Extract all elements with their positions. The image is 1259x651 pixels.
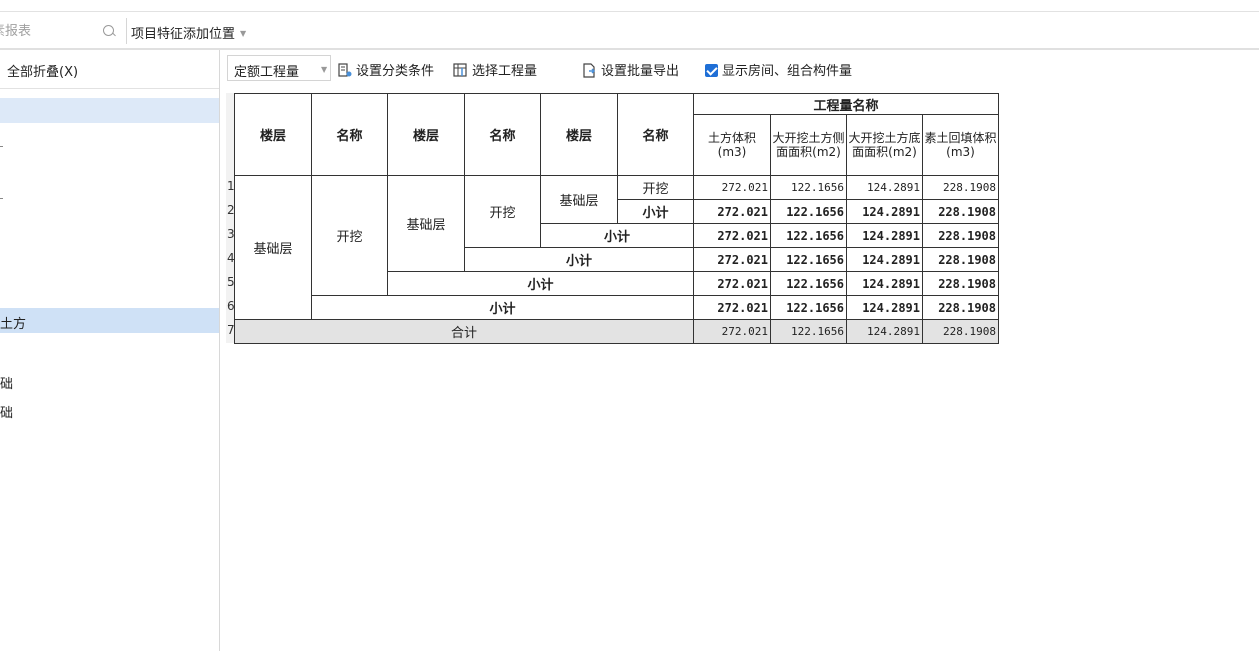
subtotal-cell: 小计	[464, 247, 694, 272]
report-tree-panel: 全部折叠(X) 土方 础 础	[0, 50, 220, 651]
value-cell: 122.1656	[770, 247, 847, 272]
value-cell: 272.021	[693, 295, 771, 320]
value-cell: 228.1908	[922, 247, 999, 272]
chevron-down-icon: ▼	[240, 29, 247, 38]
project-feature-position-dropdown[interactable]: 项目特征添加位置 ▼	[131, 23, 246, 42]
total-cell: 合计	[234, 319, 694, 344]
name-cell: 开挖	[464, 175, 541, 248]
header-backfill-volume: 素土回填体积(m3)	[922, 114, 999, 176]
value-cell: 124.2891	[846, 271, 923, 296]
chevron-down-icon: ▼	[321, 65, 328, 74]
value-cell: 228.1908	[922, 319, 999, 344]
select-table-icon	[453, 63, 467, 77]
show-rooms-label: 显示房间、组合构件量	[722, 64, 853, 79]
search-icon[interactable]	[103, 25, 114, 36]
tree-item-highlight[interactable]	[0, 98, 219, 123]
classification-icon	[338, 63, 352, 77]
tree-item-label[interactable]: 础	[0, 373, 13, 392]
tree-item-label[interactable]: 础	[0, 402, 13, 421]
name-cell: 开挖	[311, 175, 388, 296]
floor-cell: 基础层	[234, 175, 312, 320]
header-floor-3: 楼层	[540, 93, 618, 176]
set-classification-button[interactable]: 设置分类条件	[338, 60, 434, 79]
header-floor-2: 楼层	[387, 93, 465, 176]
set-batch-export-label: 设置批量导出	[601, 64, 680, 79]
header-bottom-area: 大开挖土方底面面积(m2)	[846, 114, 923, 176]
value-cell: 124.2891	[846, 295, 923, 320]
value-cell: 272.021	[693, 199, 771, 224]
value-cell: 272.021	[693, 223, 771, 248]
tree-connector	[0, 198, 3, 199]
value-cell: 272.021	[693, 247, 771, 272]
value-cell: 122.1656	[770, 223, 847, 248]
header-name-3: 名称	[617, 93, 694, 176]
value-cell: 124.2891	[846, 247, 923, 272]
quantity-type-dropdown[interactable]: 定额工程量 ▼	[227, 55, 331, 81]
value-cell: 122.1656	[770, 199, 847, 224]
floor-cell: 基础层	[387, 175, 465, 272]
left-panel-divider	[0, 88, 219, 89]
checkbox-checked-icon[interactable]	[705, 64, 718, 77]
value-cell: 124.2891	[846, 199, 923, 224]
tree-item-label[interactable]: 土方	[0, 313, 26, 332]
tree-connector	[0, 146, 3, 147]
batch-export-icon	[583, 63, 595, 78]
value-cell: 228.1908	[922, 199, 999, 224]
collapse-all-button[interactable]: 全部折叠(X)	[7, 61, 78, 80]
header-name-2: 名称	[464, 93, 541, 176]
quantity-report-table: 楼层 名称 楼层 名称 楼层 名称 工程量名称 土方体积(m3) 大开挖土方侧面…	[234, 93, 999, 344]
value-cell: 124.2891	[846, 319, 923, 344]
subtotal-cell: 小计	[540, 223, 694, 248]
header-earth-volume: 土方体积(m3)	[693, 114, 771, 176]
value-cell: 124.2891	[846, 175, 923, 200]
value-cell: 228.1908	[922, 175, 999, 200]
value-cell: 228.1908	[922, 223, 999, 248]
quantity-type-value: 定额工程量	[234, 65, 300, 80]
tree-item-selected[interactable]	[0, 308, 219, 333]
value-cell: 272.021	[693, 271, 771, 296]
report-toolbar: 定额工程量 ▼ 设置分类条件 选择工程量 设置批量导出 显示房间、组合构件量	[227, 55, 1259, 83]
header-floor-1: 楼层	[234, 93, 312, 176]
subtotal-cell: 小计	[617, 199, 694, 224]
name-cell: 开挖	[617, 175, 694, 200]
top-divider	[0, 11, 1259, 12]
select-quantity-button[interactable]: 选择工程量	[453, 60, 537, 79]
value-cell: 122.1656	[770, 271, 847, 296]
value-cell: 228.1908	[922, 271, 999, 296]
report-search-input[interactable]	[0, 21, 87, 41]
value-cell: 122.1656	[770, 319, 847, 344]
value-cell: 124.2891	[846, 223, 923, 248]
value-cell: 122.1656	[770, 295, 847, 320]
floor-cell: 基础层	[540, 175, 618, 224]
header-side-area: 大开挖土方侧面面积(m2)	[770, 114, 847, 176]
subtotal-cell: 小计	[311, 295, 694, 320]
project-feature-position-label: 项目特征添加位置	[131, 27, 236, 42]
report-top-bar: 项目特征添加位置 ▼	[0, 14, 1259, 48]
header-quantity-name: 工程量名称	[693, 93, 999, 115]
report-search-box[interactable]	[0, 18, 127, 44]
set-batch-export-button[interactable]: 设置批量导出	[582, 60, 679, 79]
value-cell: 228.1908	[922, 295, 999, 320]
show-rooms-checkbox[interactable]: 显示房间、组合构件量	[705, 60, 852, 79]
select-quantity-label: 选择工程量	[472, 64, 538, 79]
subtotal-cell: 小计	[387, 271, 694, 296]
set-classification-label: 设置分类条件	[356, 64, 435, 79]
value-cell: 272.021	[693, 319, 771, 344]
value-cell: 272.021	[693, 175, 771, 200]
value-cell: 122.1656	[770, 175, 847, 200]
header-name-1: 名称	[311, 93, 388, 176]
